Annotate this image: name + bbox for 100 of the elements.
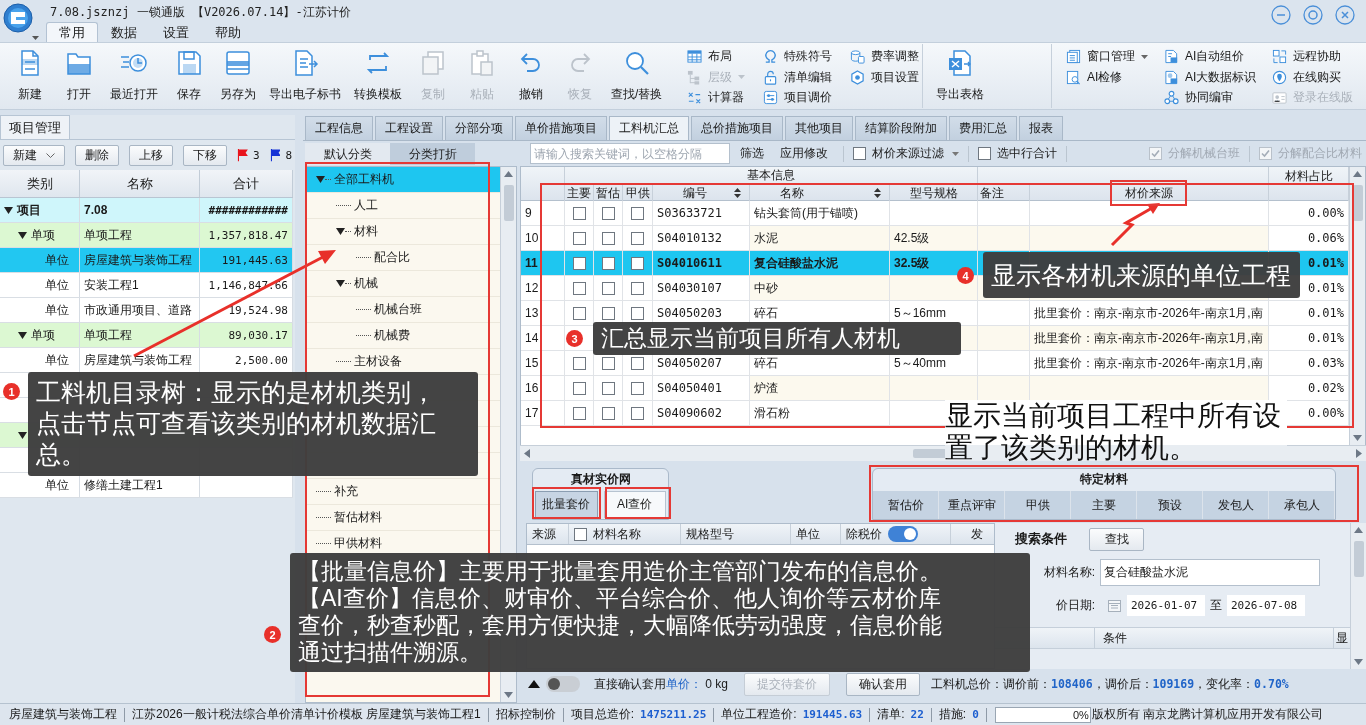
toggle-switch[interactable]	[546, 676, 580, 692]
scrollbar[interactable]	[1350, 523, 1366, 669]
ribbon-button[interactable]: 窗口管理	[1064, 46, 1150, 67]
tab[interactable]: 工程信息	[305, 116, 373, 140]
tab[interactable]: 总价措施项目	[691, 116, 783, 140]
sort-icon[interactable]	[874, 188, 881, 198]
tab[interactable]: 工料机汇总	[609, 116, 689, 140]
tab[interactable]: 其他项目	[785, 116, 853, 140]
ribbon-button[interactable]: 打开	[57, 44, 101, 106]
checkbox[interactable]	[572, 306, 586, 320]
ribbon-button[interactable]: 新建	[8, 44, 52, 106]
restore-icon[interactable]	[1303, 5, 1323, 25]
arrow-down-icon[interactable]	[1353, 435, 1362, 441]
tab[interactable]: 费用汇总	[949, 116, 1017, 140]
filter-tab[interactable]: 预设	[1137, 491, 1203, 519]
checkbox[interactable]	[572, 381, 586, 395]
ribbon-button[interactable]: AI自动组价	[1162, 46, 1259, 67]
tree-toggle-icon[interactable]	[18, 230, 27, 240]
arrow-up-icon[interactable]	[1354, 527, 1363, 533]
ribbon-button[interactable]: 费率调整	[848, 46, 922, 67]
panel-tab[interactable]: 项目管理	[0, 115, 70, 139]
source-button[interactable]: 批量套价	[535, 491, 598, 518]
column-header[interactable]: 甲供	[623, 185, 653, 201]
checkbox[interactable]	[601, 256, 615, 270]
ribbon-button[interactable]: 查找/替换	[607, 44, 667, 106]
filter-tab[interactable]: 承包人	[1269, 491, 1335, 519]
source-button[interactable]: AI查价	[603, 491, 666, 518]
filter-tab[interactable]: 甲供	[1005, 491, 1071, 519]
tree-row[interactable]: 项目 7.08 ############	[0, 198, 293, 223]
panel-tab[interactable]: 默认分类	[305, 143, 390, 165]
checkbox[interactable]	[631, 231, 644, 245]
checkbox[interactable]	[601, 406, 615, 420]
toolbar-button[interactable]: 上移	[129, 144, 173, 166]
column-header[interactable]: 备注	[978, 185, 1030, 201]
ribbon-button[interactable]: 撤销	[509, 44, 553, 106]
column-header[interactable]: 暂估	[594, 185, 623, 201]
tab[interactable]: 报表	[1019, 116, 1063, 140]
caret-icon[interactable]	[32, 36, 39, 40]
ribbon-button[interactable]: 最近打开	[106, 44, 162, 106]
caret-icon[interactable]	[1141, 54, 1148, 59]
tab[interactable]: 单价措施项目	[515, 116, 607, 140]
checkbox[interactable]	[601, 381, 615, 395]
filter-tab[interactable]: 重点评审	[939, 491, 1005, 519]
tab[interactable]: 工程设置	[375, 116, 443, 140]
tree-toggle-icon[interactable]	[336, 279, 345, 288]
toolbar-button[interactable]: 筛选	[734, 143, 770, 164]
checkbox[interactable]	[601, 281, 615, 295]
table-row[interactable]: 16 S04050401 炉渣 0.02%	[521, 376, 1349, 401]
panel-tab[interactable]: 分类打折	[390, 143, 475, 165]
scrollbar-thumb[interactable]	[1353, 541, 1364, 577]
scrollbar-thumb[interactable]	[1352, 185, 1363, 221]
menu-tab[interactable]: 常用	[46, 22, 98, 42]
toolbar-button[interactable]: 新建	[3, 144, 65, 166]
search-field[interactable]: 请输入搜索关键词，以空格分隔	[530, 143, 730, 164]
menu-tab[interactable]: 帮助	[202, 22, 254, 42]
scrollbar-thumb[interactable]	[503, 185, 514, 221]
checkbox[interactable]	[631, 356, 644, 370]
checkbox[interactable]	[574, 527, 587, 541]
checkbox[interactable]	[631, 306, 644, 320]
filter-tab[interactable]: 发包人	[1203, 491, 1269, 519]
ribbon-button[interactable]: 特殊符号	[761, 46, 835, 67]
tree-toggle-icon[interactable]	[18, 330, 27, 340]
arrow-left-icon[interactable]	[524, 449, 530, 458]
checkbox[interactable]	[978, 147, 991, 160]
menu-tab[interactable]: 数据	[98, 22, 150, 42]
menu-tab[interactable]: 设置	[150, 22, 202, 42]
checkbox[interactable]	[601, 231, 615, 245]
filter-tab[interactable]: 暂估价	[873, 491, 939, 519]
checkbox[interactable]	[601, 206, 615, 220]
arrow-down-icon[interactable]	[1354, 659, 1363, 665]
caret-icon[interactable]	[952, 151, 959, 156]
toolbar-button[interactable]: 删除	[75, 144, 119, 166]
checkbox[interactable]	[572, 231, 586, 245]
checkbox[interactable]	[572, 206, 586, 220]
ribbon-button[interactable]: 在线购买	[1270, 66, 1357, 88]
toolbar-button[interactable]: 应用修改	[774, 143, 834, 164]
tree-toggle-icon[interactable]	[336, 227, 345, 236]
table-row[interactable]: 10 S04010132 水泥 42.5级 0.06%	[521, 226, 1349, 251]
ribbon-button[interactable]: 远程协助	[1270, 46, 1357, 67]
ribbon-button[interactable]: 导出电子标书	[265, 44, 345, 106]
tree-row[interactable]: 单项 单项工程 89,030.17	[0, 323, 293, 348]
checkbox[interactable]	[853, 147, 866, 160]
column-header[interactable]: 编号	[653, 185, 750, 201]
checkbox[interactable]	[631, 206, 644, 220]
date-field[interactable]: 2026-07-08	[1227, 594, 1305, 616]
tree-item[interactable]: 全部工料机	[306, 167, 500, 193]
tree-row[interactable]: 单位 市政通用项目、道路 19,524.98	[0, 298, 293, 323]
ribbon-button[interactable]: AI大数据标识	[1162, 66, 1259, 88]
tab[interactable]: 分部分项	[445, 116, 513, 140]
ribbon-button[interactable]: 协同编审	[1162, 87, 1259, 108]
checkbox[interactable]	[631, 256, 644, 270]
toggle-switch[interactable]	[888, 526, 918, 542]
material-name-field[interactable]: 复合硅酸盐水泥	[1100, 558, 1320, 586]
find-button[interactable]: 查找	[1089, 527, 1144, 551]
tree-toggle-icon[interactable]	[316, 175, 325, 184]
ribbon-button[interactable]: 项目调价	[761, 87, 835, 108]
checkbox[interactable]	[631, 406, 644, 420]
ribbon-button[interactable]: 另存为	[216, 44, 260, 106]
action-button[interactable]: 确认套用	[846, 672, 920, 696]
ribbon-button[interactable]: 项目设置	[848, 67, 922, 88]
